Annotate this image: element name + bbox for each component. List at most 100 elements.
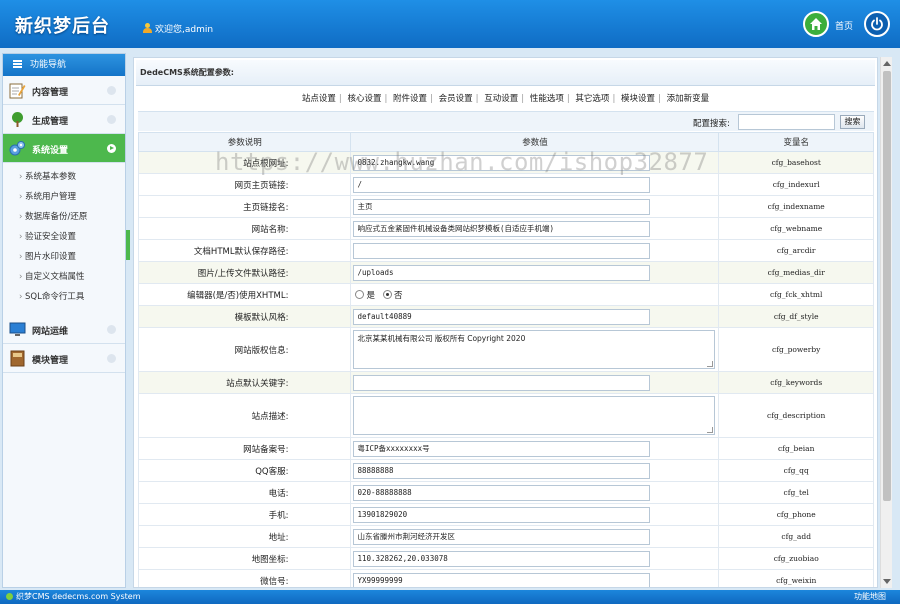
tab-site[interactable]: 站点设置 — [302, 94, 336, 104]
param-label: 模板默认风格: — [137, 305, 352, 328]
param-label: 编辑器(是/否)使用XHTML: — [137, 283, 352, 306]
config-tabs: 站点设置 | 核心设置 | 附件设置 | 会员设置 | 互动设置 | 性能选项 | 其它选项… — [301, 94, 710, 104]
search-button[interactable]: 搜索 — [840, 115, 865, 129]
param-variable: cfg_basehost — [718, 151, 874, 174]
param-variable: cfg_powerby — [718, 327, 874, 372]
table-row: 微信号: YX99999999 cfg_weixin — [137, 569, 874, 587]
scroll-down-icon[interactable] — [883, 579, 891, 584]
param-variable: cfg_zuobiao — [718, 547, 874, 570]
param-value-cell — [350, 371, 720, 394]
radio-button[interactable] — [382, 289, 392, 299]
tab-add-variable[interactable]: 添加新变量 — [667, 94, 710, 104]
param-label: 手机: — [137, 503, 352, 526]
param-input[interactable]: 山东省滕州市荆河经济开发区 — [353, 528, 651, 545]
tab-member[interactable]: 会员设置 — [439, 94, 473, 104]
table-row: 编辑器(是/否)使用XHTML: 是否 cfg_fck_xhtml — [137, 283, 874, 306]
param-value-cell: default40889 — [350, 305, 720, 328]
param-label: 网站名称: — [137, 217, 352, 240]
param-value-cell: 是否 — [350, 283, 720, 306]
table-row: 站点描述: cfg_description — [137, 393, 874, 438]
param-input[interactable]: /uploads — [353, 264, 651, 281]
sidebar-collapse-handle[interactable] — [126, 230, 130, 260]
param-input[interactable]: 110.328262,20.033078 — [353, 550, 651, 567]
logout-button[interactable] — [864, 11, 890, 37]
param-value-cell: 88888888 — [350, 459, 720, 482]
param-input[interactable]: YX99999999 — [353, 572, 651, 587]
config-search-bar: 配置搜索: 搜索 — [138, 111, 874, 131]
param-value-cell: 110.328262,20.033078 — [350, 547, 720, 570]
table-row: 手机: 13901829020 cfg_phone — [137, 503, 874, 526]
param-label: 主页链接名: — [137, 195, 352, 218]
submenu-item[interactable]: 系统基本参数 — [3, 167, 125, 187]
chevron-down-icon — [107, 144, 116, 153]
param-variable: cfg_indexname — [718, 195, 874, 218]
tab-other[interactable]: 其它选项 — [575, 94, 609, 104]
param-label: 电话: — [137, 481, 352, 504]
submenu-item[interactable]: SQL命令行工具 — [3, 287, 125, 307]
column-header: 变量名 — [718, 132, 874, 152]
list-icon — [13, 60, 22, 68]
param-input[interactable]: / — [353, 176, 651, 193]
param-input[interactable]: 020-88888888 — [353, 484, 651, 501]
param-label: QQ客服: — [137, 459, 352, 482]
param-input[interactable]: 主页 — [353, 198, 651, 215]
table-row: QQ客服: 88888888 cfg_qq — [137, 459, 874, 482]
tab-core[interactable]: 核心设置 — [347, 94, 381, 104]
home-link[interactable]: 首页 — [835, 19, 853, 32]
sidebar-item-modules[interactable]: 模块管理 — [3, 344, 125, 373]
sidebar-item-generate[interactable]: 生成管理 — [3, 105, 125, 134]
submenu-item[interactable]: 系统用户管理 — [3, 187, 125, 207]
tab-module[interactable]: 模块设置 — [621, 94, 655, 104]
submenu-item[interactable]: 图片水印设置 — [3, 247, 125, 267]
param-input[interactable]: 响应式五金紧固件机械设备类网站织梦模板(自适应手机端) — [353, 220, 651, 237]
table-row: 网站版权信息: 北京某某机械有限公司 版权所有 Copyright 2020 cfg… — [137, 327, 874, 372]
param-variable: cfg_add — [718, 525, 874, 548]
param-variable: cfg_medias_dir — [718, 261, 874, 284]
chevron-right-icon — [107, 86, 116, 95]
scroll-thumb[interactable] — [883, 71, 891, 501]
gears-icon — [9, 141, 25, 156]
submenu-item[interactable]: 自定义文档属性 — [3, 267, 125, 287]
param-input[interactable]: 0832.zhangkw.wang — [353, 154, 651, 171]
param-label: 网页主页链接: — [137, 173, 352, 196]
function-map-link[interactable]: 功能地图 — [854, 590, 886, 604]
scroll-up-icon[interactable] — [883, 61, 891, 66]
chevron-right-icon — [107, 325, 116, 334]
param-input[interactable] — [353, 242, 651, 259]
param-variable: cfg_tel — [718, 481, 874, 504]
table-row: 地址: 山东省滕州市荆河经济开发区 cfg_add — [137, 525, 874, 548]
user-icon — [143, 23, 152, 33]
param-variable: cfg_keywords — [718, 371, 874, 394]
param-input[interactable]: default40889 — [353, 308, 651, 325]
tab-performance[interactable]: 性能选项 — [530, 94, 564, 104]
param-input[interactable]: 88888888 — [353, 462, 651, 479]
sidebar-item-ops[interactable]: 网站运维 — [3, 315, 125, 344]
radio-button[interactable] — [355, 289, 365, 299]
param-input[interactable]: 粤ICP备xxxxxxxx号 — [353, 440, 651, 457]
submenu-item[interactable]: 数据库备份/还原 — [3, 207, 125, 227]
submenu-system: 系统基本参数 系统用户管理 数据库备份/还原 验证安全设置 图片水印设置 自定义… — [3, 163, 125, 315]
book-icon — [10, 350, 25, 367]
param-variable: cfg_qq — [718, 459, 874, 482]
sidebar-item-label: 系统设置 — [32, 146, 69, 156]
tab-interaction[interactable]: 互动设置 — [484, 94, 518, 104]
footer: 织梦CMS dedecms.com System 功能地图 — [0, 590, 900, 604]
sidebar-item-system[interactable]: 系统设置 — [3, 134, 125, 163]
sidebar-item-content[interactable]: 内容管理 — [3, 76, 125, 105]
logo-icon — [6, 593, 13, 600]
footer-system: dedecms.com System — [52, 592, 141, 601]
home-button[interactable] — [803, 11, 829, 37]
param-value-cell: / — [350, 173, 720, 196]
param-value-cell: 北京某某机械有限公司 版权所有 Copyright 2020 — [350, 327, 720, 372]
scrollbar[interactable] — [880, 57, 892, 588]
search-input[interactable] — [738, 114, 835, 130]
table-row: 文档HTML默认保存路径: cfg_arcdir — [137, 239, 874, 262]
param-textarea[interactable] — [353, 396, 716, 435]
tab-attachment[interactable]: 附件设置 — [393, 94, 427, 104]
param-input[interactable] — [353, 374, 651, 391]
chevron-right-icon — [107, 354, 116, 363]
table-row: 模板默认风格: default40889 cfg_df_style — [137, 305, 874, 328]
param-input[interactable]: 13901829020 — [353, 506, 651, 523]
submenu-item[interactable]: 验证安全设置 — [3, 227, 125, 247]
param-textarea[interactable]: 北京某某机械有限公司 版权所有 Copyright 2020 — [353, 330, 716, 369]
